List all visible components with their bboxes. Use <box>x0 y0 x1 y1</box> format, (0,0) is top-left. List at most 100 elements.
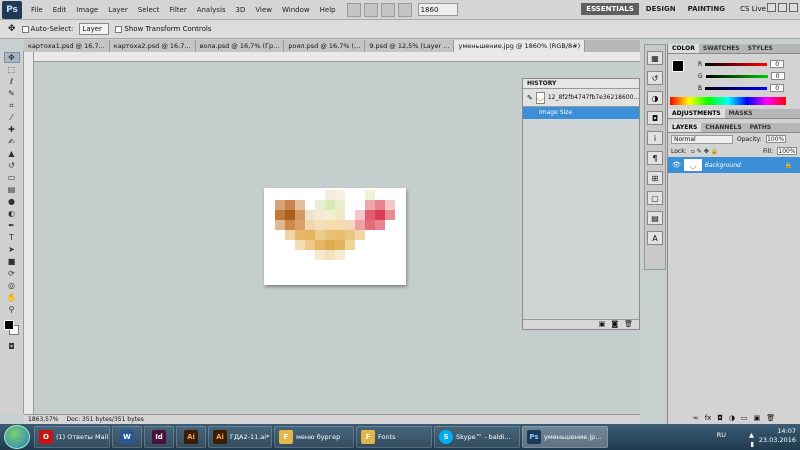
3d-camera-tool-icon[interactable]: ◎ <box>4 280 20 291</box>
new-layer-icon[interactable]: ▣ <box>754 414 761 422</box>
tab-masks[interactable]: MASKS <box>725 109 757 118</box>
tab-document[interactable]: вола.psd @ 16,7% (Гр... <box>195 40 285 52</box>
move-tool-icon[interactable]: ✥ <box>8 24 16 34</box>
trash-icon[interactable]: 🗑 <box>766 414 775 422</box>
brush-source-icon[interactable]: ✎ <box>527 94 533 102</box>
taskbar-item-illustrator[interactable]: Ai <box>176 426 206 448</box>
tab-channels[interactable]: CHANNELS <box>701 123 745 132</box>
hand-tool-icon[interactable] <box>380 2 395 17</box>
history-snapshot[interactable]: ✎ ◡ 12_8f2fb4747fb7e36218600... <box>523 89 639 107</box>
history-brush-tool-icon[interactable]: ↺ <box>4 160 20 171</box>
quick-mask-icon[interactable]: ◘ <box>4 341 20 352</box>
fill-value[interactable]: 100% <box>777 147 797 155</box>
mask-panel-icon[interactable]: ◘ <box>647 111 663 125</box>
tool-presets-icon[interactable]: ▢ <box>647 191 663 205</box>
language-indicator[interactable]: RU <box>717 431 726 440</box>
new-document-icon[interactable]: ▣ <box>599 320 606 329</box>
zoom-select[interactable]: 1860 <box>417 3 458 16</box>
lasso-tool-icon[interactable]: ℓ <box>4 76 20 87</box>
taskbar-item-fonts[interactable]: F Fonts <box>356 426 432 448</box>
menu-3d[interactable]: 3D <box>231 6 251 14</box>
clock-time[interactable]: 14:07 <box>759 427 796 436</box>
menu-file[interactable]: File <box>26 6 48 14</box>
taskbar-item-word[interactable]: W <box>112 426 142 448</box>
tray-icons[interactable]: ▲ ▮ ◂) <box>748 431 754 450</box>
tab-document[interactable]: 9.psd @ 12,5% (Layer ... <box>365 40 455 52</box>
taskbar-item-opera[interactable]: O (1) Ответы Mail... <box>34 426 110 448</box>
taskbar-item-illustrator-doc[interactable]: AiГДА2-11.ai* @ ... <box>208 426 272 448</box>
tab-paths[interactable]: PATHS <box>746 123 775 132</box>
menu-layer[interactable]: Layer <box>103 6 133 14</box>
folder-icon[interactable]: ▭ <box>741 414 748 422</box>
tab-layers[interactable]: LAYERS <box>668 123 702 132</box>
quick-select-tool-icon[interactable]: ✎ <box>4 88 20 99</box>
adjustment-layer-icon[interactable]: ◑ <box>729 414 735 422</box>
shape-tool-icon[interactable]: ■ <box>4 256 20 267</box>
opacity-value[interactable]: 100% <box>765 135 786 143</box>
maximize-icon[interactable] <box>778 3 787 12</box>
marquee-tool-icon[interactable]: ⬚ <box>4 64 20 75</box>
document-canvas[interactable] <box>264 188 406 285</box>
link-icon[interactable]: ∞ <box>693 414 699 422</box>
camera-icon[interactable]: ◙ <box>611 320 618 329</box>
menu-help[interactable]: Help <box>315 6 341 14</box>
move-tool-icon[interactable]: ✥ <box>3 52 20 63</box>
brush-presets-icon[interactable]: ▤ <box>647 211 663 225</box>
zoom-tool-icon[interactable] <box>397 2 412 17</box>
tab-color[interactable]: COLOR <box>668 44 699 53</box>
menu-analysis[interactable]: Analysis <box>192 6 231 14</box>
type-tool-icon[interactable]: T <box>4 232 20 243</box>
dodge-tool-icon[interactable]: ◐ <box>4 208 20 219</box>
crop-tool-icon[interactable]: ⌗ <box>4 100 20 111</box>
mini-bridge-icon[interactable] <box>363 2 378 17</box>
history-panel-icon[interactable]: ↺ <box>647 71 663 85</box>
stamp-tool-icon[interactable]: ▲ <box>4 148 20 159</box>
auto-select-checkbox[interactable]: Auto-Select: <box>21 25 73 33</box>
taskbar-item-photoshop[interactable]: Ps уменьшение.jp... <box>522 426 608 448</box>
lock-icons[interactable]: ▫✎✥🔒 <box>691 148 721 155</box>
bridge-icon[interactable] <box>346 2 361 17</box>
transform-controls-checkbox[interactable]: Show Transform Controls <box>115 25 212 33</box>
eye-icon[interactable]: 👁 <box>672 161 681 169</box>
foreground-color-swatch[interactable] <box>4 320 14 330</box>
clock-date[interactable]: 23.03.2016 <box>759 436 796 445</box>
close-icon[interactable] <box>789 3 798 12</box>
gradient-tool-icon[interactable]: ▤ <box>4 184 20 195</box>
zoom-readout[interactable]: 1863,57% <box>28 415 59 424</box>
blue-value[interactable]: 0 <box>770 84 785 92</box>
auto-select-target-select[interactable]: Layer <box>79 23 110 35</box>
cs-live-button[interactable]: CS Live <box>740 5 766 13</box>
taskbar-item-indesign[interactable]: Id <box>144 426 174 448</box>
workspace-design[interactable]: DESIGN <box>641 3 681 15</box>
tab-document[interactable]: картоха2.psd @ 16,7... <box>109 40 196 52</box>
character-panel-icon[interactable]: A <box>647 231 663 245</box>
red-value[interactable]: 0 <box>770 60 785 68</box>
minimize-icon[interactable] <box>767 3 776 12</box>
healing-tool-icon[interactable]: ✚ <box>4 124 20 135</box>
history-step-selected[interactable]: Image Size <box>523 107 639 119</box>
tab-document[interactable]: картоха1.psd @ 16,7... <box>24 40 110 52</box>
paragraph-panel-icon[interactable]: ¶ <box>647 151 663 165</box>
start-button[interactable] <box>4 425 30 449</box>
menu-filter[interactable]: Filter <box>164 6 191 14</box>
history-panel-title[interactable]: HISTORY <box>523 79 639 89</box>
brush-tool-icon[interactable]: ✍ <box>4 136 20 147</box>
3d-rotate-tool-icon[interactable]: ⟳ <box>4 268 20 279</box>
clone-source-icon[interactable]: ⊞ <box>647 171 663 185</box>
menu-view[interactable]: View <box>250 6 277 14</box>
path-select-tool-icon[interactable]: ➤ <box>4 244 20 255</box>
pen-tool-icon[interactable]: ✒ <box>4 220 20 231</box>
hand-tool-icon[interactable]: ✋ <box>4 292 20 303</box>
trash-icon[interactable]: 🗑 <box>624 320 633 329</box>
layer-row-background[interactable]: 👁 ◡ Background 🔒 <box>668 157 800 173</box>
tab-document[interactable]: роял.psd @ 16,7% (... <box>284 40 366 52</box>
tab-styles[interactable]: STYLES <box>744 44 777 53</box>
menu-select[interactable]: Select <box>133 6 165 14</box>
tab-swatches[interactable]: SWATCHES <box>699 44 744 53</box>
fg-color-swatch[interactable] <box>672 60 684 72</box>
photoshop-logo[interactable]: Ps <box>2 0 22 19</box>
menu-window[interactable]: Window <box>277 6 315 14</box>
workspace-painting[interactable]: PAINTING <box>683 3 730 15</box>
green-slider[interactable]: G0 <box>668 70 800 82</box>
blue-slider[interactable]: B0 <box>668 82 800 94</box>
